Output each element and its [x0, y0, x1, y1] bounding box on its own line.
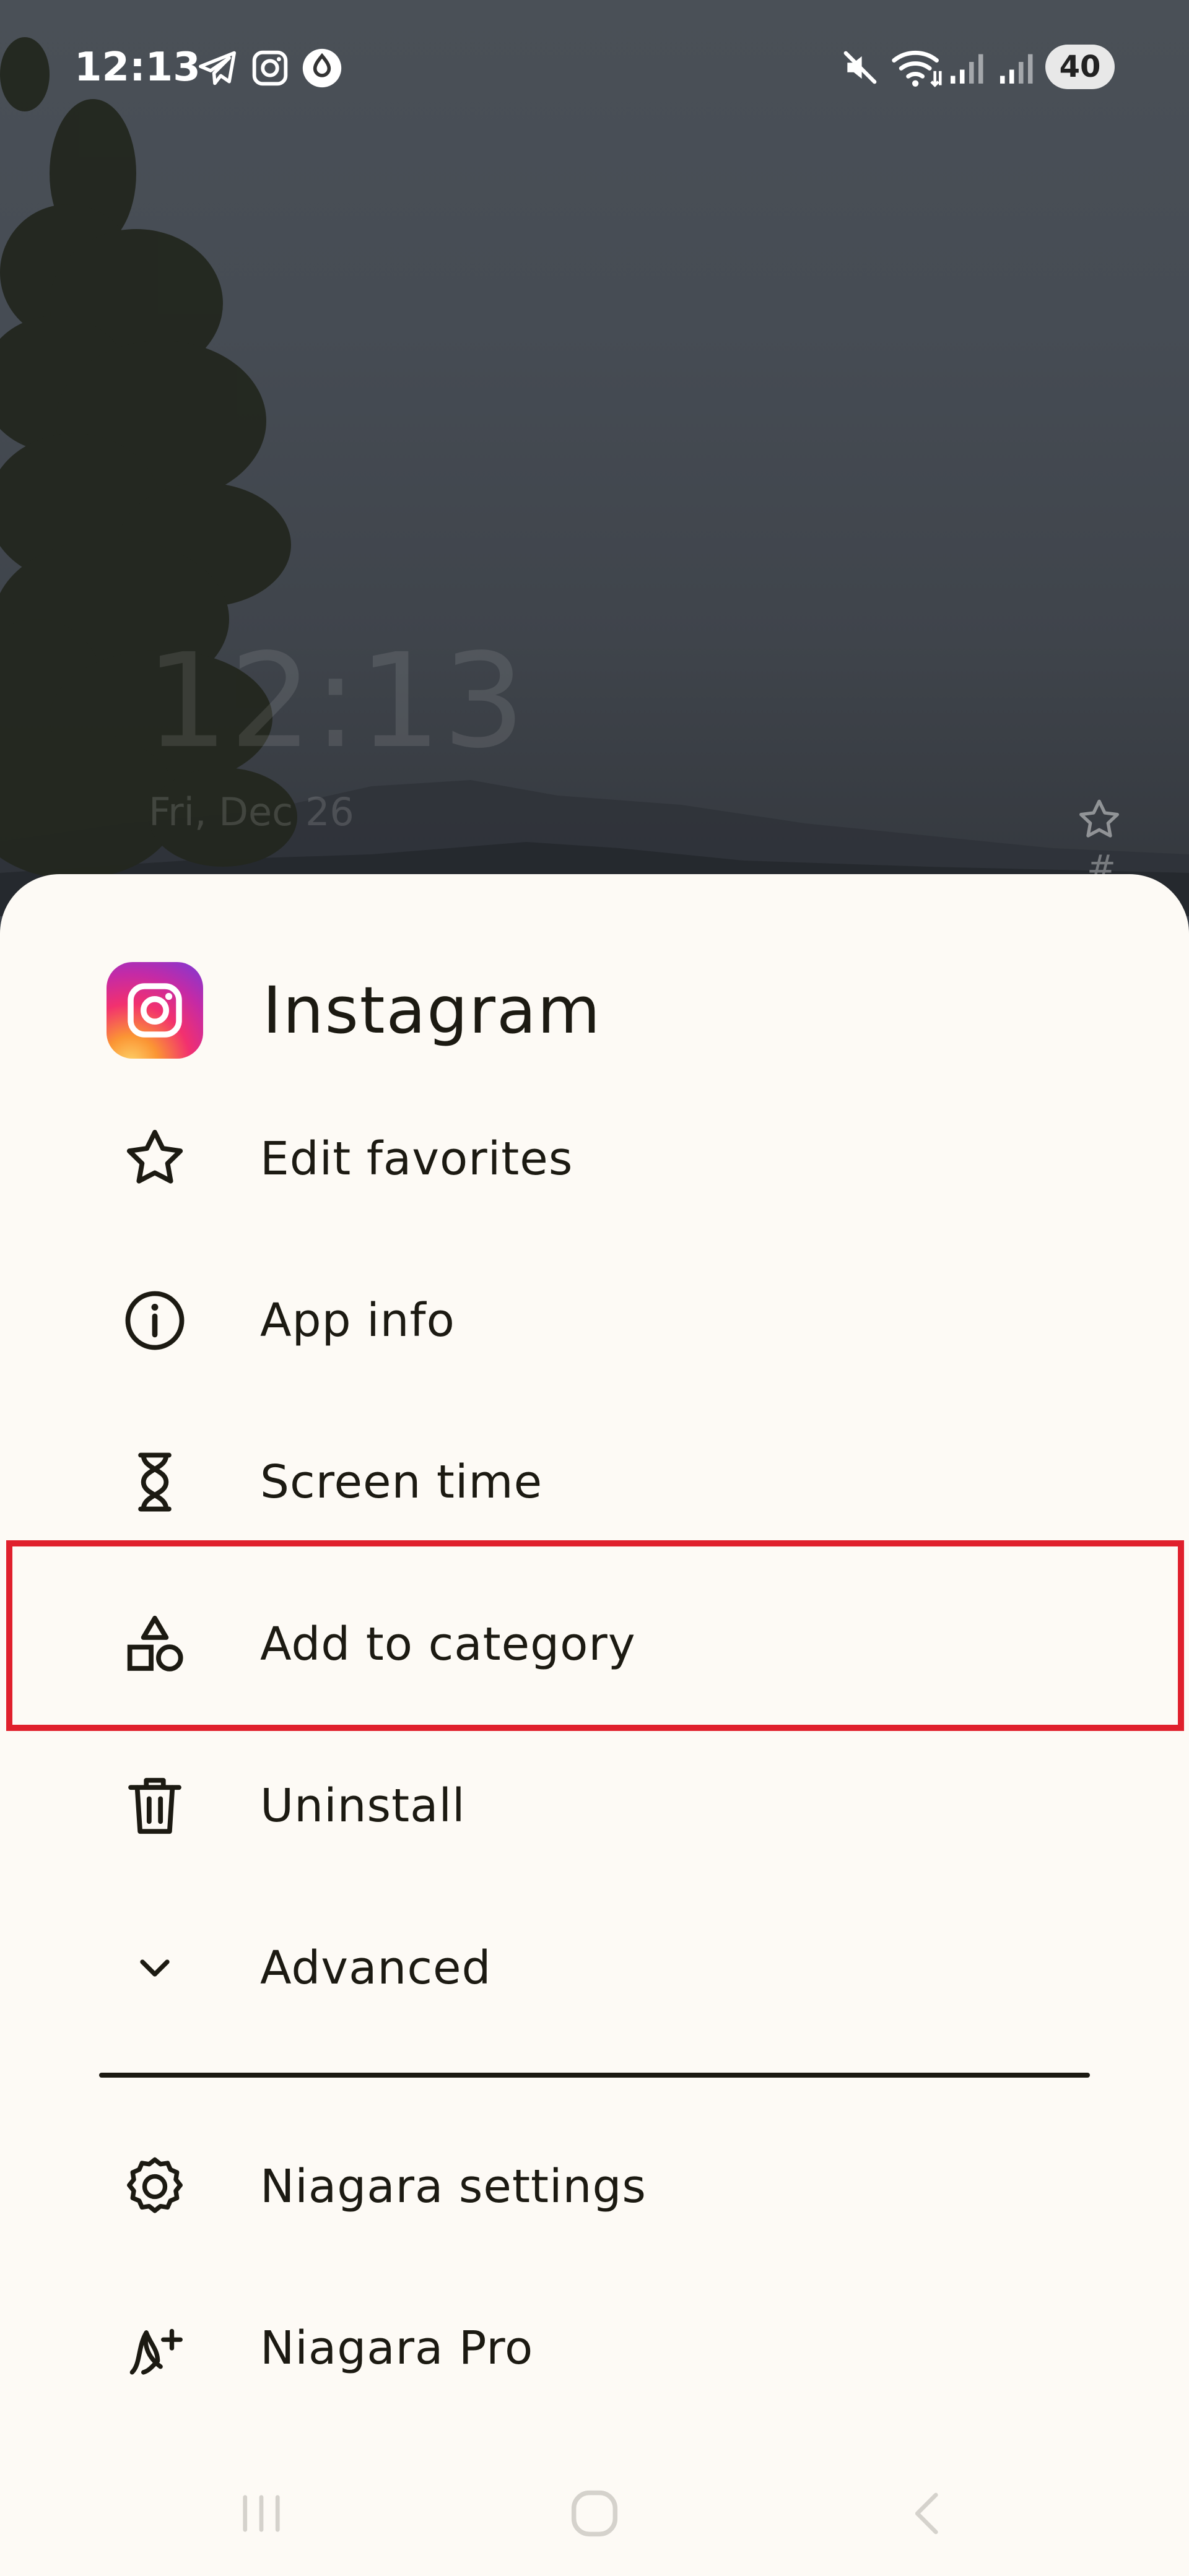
instagram-glyph-icon	[128, 983, 182, 1038]
menu-item-uninstall[interactable]: Uninstall	[0, 1725, 1189, 1886]
menu-item-label: Advanced	[260, 1941, 492, 1995]
menu-item-advanced[interactable]: Advanced	[0, 1888, 1189, 2049]
wallpaper: 12:13 Fri, Dec 26 #	[0, 0, 1189, 916]
chevron-down-icon	[118, 1931, 192, 2005]
signal-icon	[1000, 54, 1033, 84]
menu-item-label: App info	[260, 1294, 455, 1347]
status-bar: 12:13 40	[0, 0, 1189, 136]
menu-item-label: Niagara Pro	[260, 2322, 534, 2375]
star-icon	[118, 1122, 192, 1196]
recent-apps-icon	[243, 2495, 280, 2532]
menu-item-niagara-pro[interactable]: Niagara Pro	[0, 2268, 1189, 2429]
home-button[interactable]	[557, 2476, 632, 2551]
app-header: Instagram	[107, 961, 601, 1060]
system-nav-bar	[0, 2414, 1189, 2576]
niagara-pro-icon	[118, 2311, 192, 2385]
menu-item-label: Niagara settings	[260, 2160, 647, 2213]
hourglass-icon	[118, 1445, 192, 1519]
status-time: 12:13	[74, 45, 201, 90]
drop-icon	[302, 48, 342, 88]
menu-item-niagara-settings[interactable]: Niagara settings	[0, 2106, 1189, 2267]
recent-apps-button[interactable]	[224, 2476, 298, 2551]
mute-icon	[843, 51, 877, 84]
menu-item-screen-time[interactable]: Screen time	[0, 1402, 1189, 1563]
wifi-icon	[892, 50, 942, 87]
trash-icon	[118, 1769, 192, 1843]
info-icon	[118, 1283, 192, 1358]
battery-indicator: 40	[1045, 45, 1115, 89]
home-icon	[571, 2490, 618, 2537]
back-button[interactable]	[892, 2476, 966, 2551]
telegram-icon	[198, 51, 236, 85]
home-clock: 12:13	[146, 625, 527, 777]
gear-icon	[118, 2149, 192, 2224]
instagram-icon	[252, 50, 288, 86]
instagram-app-icon	[107, 962, 203, 1059]
signal-icon	[951, 54, 983, 84]
menu-item-label: Edit favorites	[260, 1132, 573, 1186]
favorites-star-icon[interactable]	[1074, 796, 1124, 845]
highlight-box	[6, 1540, 1184, 1731]
home-date: Fri, Dec 26	[149, 789, 354, 835]
menu-item-label: Screen time	[260, 1455, 543, 1509]
back-icon	[915, 2492, 938, 2535]
menu-item-edit-favorites[interactable]: Edit favorites	[0, 1078, 1189, 1239]
menu-item-app-info[interactable]: App info	[0, 1240, 1189, 1401]
menu-divider	[99, 2073, 1090, 2078]
menu-item-label: Uninstall	[260, 1779, 466, 1832]
app-title: Instagram	[263, 973, 602, 1048]
tree-silhouette	[0, 37, 297, 916]
